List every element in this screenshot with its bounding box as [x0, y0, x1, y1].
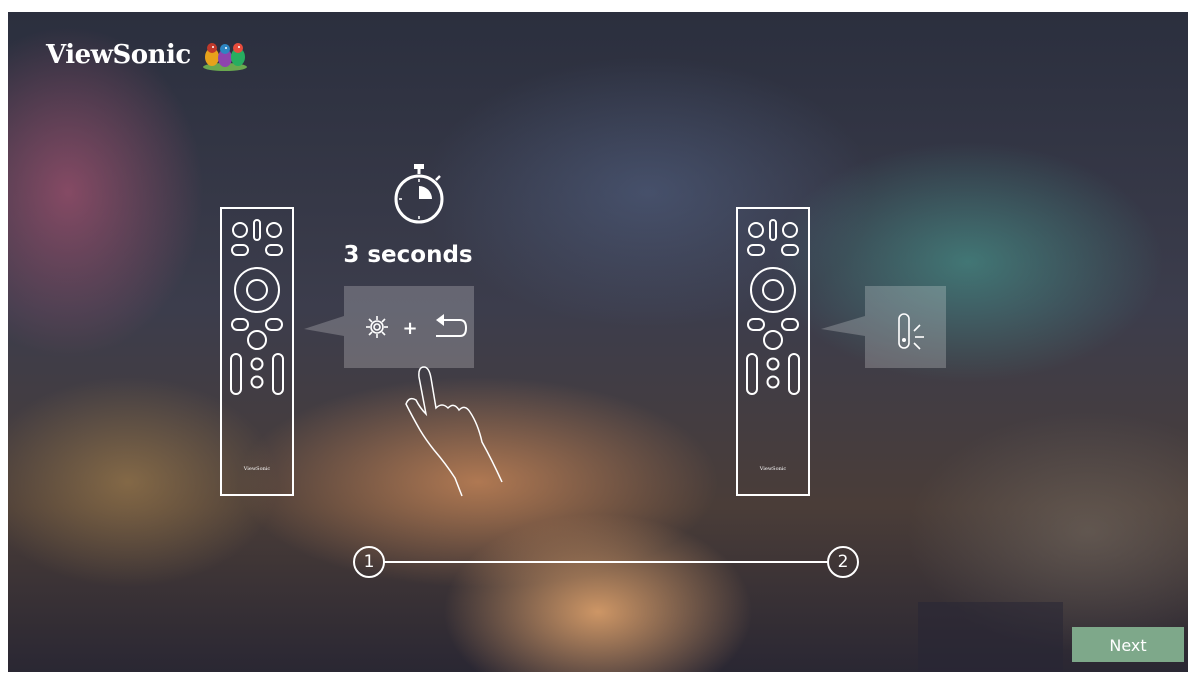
step-1-number: 1	[363, 552, 375, 572]
step-2-number: 2	[837, 552, 849, 572]
remote-2-brand: ViewSonic	[759, 466, 787, 472]
combo-plus-sign: +	[402, 318, 417, 339]
step-progress	[353, 546, 859, 578]
hold-duration-label: 3 seconds	[343, 242, 473, 268]
background-panel	[918, 602, 1063, 672]
led-indicator-callout	[821, 286, 946, 368]
remote-control-2	[736, 207, 810, 496]
pairing-screen: ViewSonic ViewSonic + ViewSonic 3 second…	[8, 12, 1188, 672]
pointing-hand-icon	[405, 366, 503, 497]
pairing-illustration: ViewSonic + ViewSonic	[220, 164, 946, 578]
button-combo-callout	[304, 286, 474, 368]
remote-control-1	[220, 207, 294, 496]
stopwatch-icon	[394, 164, 444, 224]
next-button[interactable]: Next	[1072, 627, 1184, 662]
remote-1-brand: ViewSonic	[243, 466, 271, 472]
